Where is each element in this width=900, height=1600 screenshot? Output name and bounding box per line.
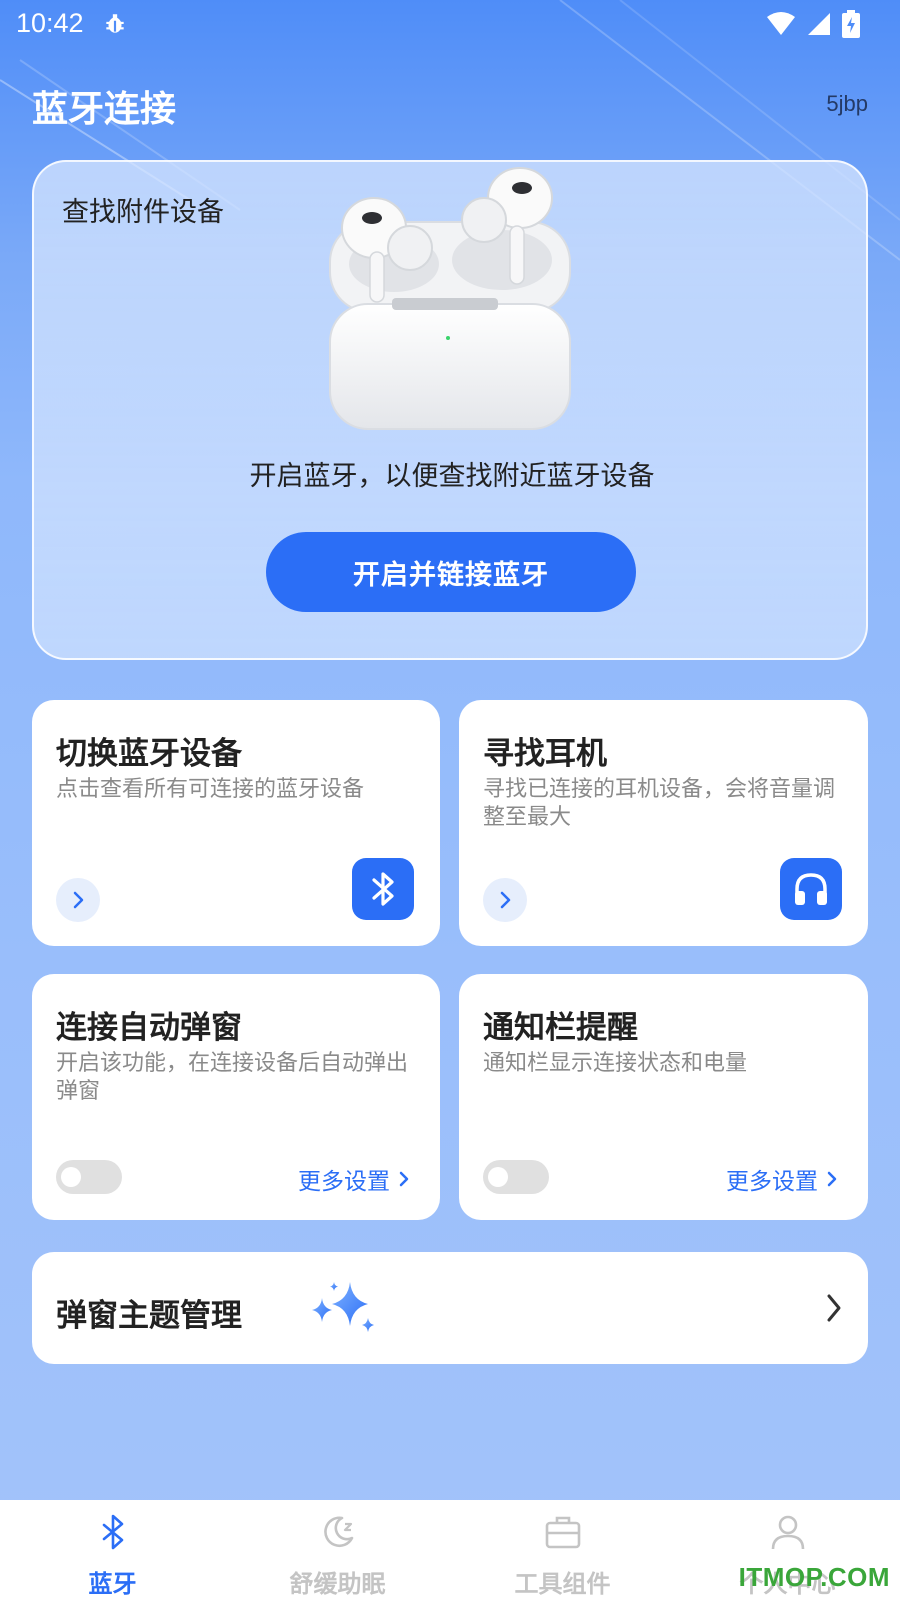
popup-theme-management-row[interactable]: 弹窗主题管理: [32, 1252, 868, 1364]
person-icon: [771, 1515, 804, 1550]
bluetooth-icon: [102, 1514, 123, 1550]
earbuds-case-image: [329, 167, 571, 430]
chevron-right-icon: [827, 1294, 841, 1322]
nav-item-bluetooth[interactable]: 蓝牙: [0, 1500, 225, 1600]
status-bar: 10:42: [0, 0, 900, 50]
chevron-right-icon: [399, 1171, 409, 1187]
bluetooth-icon: [352, 858, 414, 920]
moon-icon: [323, 1516, 353, 1548]
briefcase-icon: [545, 1516, 580, 1549]
nav-label: 蓝牙: [88, 1570, 137, 1598]
card-title: 通知栏提醒: [483, 1010, 638, 1046]
more-settings-link[interactable]: 更多设置: [726, 1162, 838, 1196]
hero-label: 查找附件设备: [62, 197, 224, 228]
card-description: 开启该功能，在连接设备后自动弹出弹窗: [56, 1051, 409, 1104]
header-right-text: 5jbp: [826, 91, 868, 116]
switch-bluetooth-device-card[interactable]: 切换蓝牙设备 点击查看所有可连接的蓝牙设备: [32, 700, 440, 946]
wifi-icon: [767, 12, 795, 35]
toggle-knob: [488, 1167, 508, 1187]
headphones-icon: [780, 858, 842, 920]
hero-description: 开启蓝牙，以便查找附近蓝牙设备: [249, 461, 655, 492]
status-time: 10:42: [16, 8, 84, 38]
battery-charging-icon: [842, 10, 860, 38]
card-description: 点击查看所有可连接的蓝牙设备: [56, 777, 365, 802]
nav-item-sleep[interactable]: 舒缓助眠: [225, 1500, 450, 1600]
auto-popup-toggle[interactable]: [56, 1160, 122, 1194]
chevron-right-icon: [827, 1171, 837, 1187]
nav-label: 工具组件: [514, 1570, 611, 1598]
nav-label: 舒缓助眠: [289, 1570, 386, 1598]
more-settings-label: 更多设置: [298, 1169, 390, 1195]
theme-title: 弹窗主题管理: [56, 1298, 242, 1334]
notification-toggle[interactable]: [483, 1160, 549, 1194]
find-earphones-card[interactable]: 寻找耳机 寻找已连接的耳机设备，会将音量调整至最大: [459, 700, 868, 946]
card-title: 寻找耳机: [483, 736, 607, 772]
more-settings-label: 更多设置: [726, 1169, 818, 1195]
auto-popup-card: 连接自动弹窗 开启该功能，在连接设备后自动弹出弹窗 更多设置: [32, 974, 440, 1220]
toggle-knob: [61, 1167, 81, 1187]
card-description: 寻找已连接的耳机设备，会将音量调整至最大: [483, 777, 836, 830]
card-description: 通知栏显示连接状态和电量: [483, 1051, 748, 1076]
nav-item-tools[interactable]: 工具组件: [450, 1500, 675, 1600]
enable-bluetooth-button[interactable]: 开启并链接蓝牙: [266, 532, 636, 612]
find-accessory-card: 查找附件设备 开启蓝牙，以便查找附近蓝牙设备 开启并链接蓝牙: [32, 160, 868, 660]
page-title: 蓝牙连接: [32, 89, 177, 130]
watermark: ITMOP.COM: [738, 1562, 890, 1592]
more-settings-link[interactable]: 更多设置: [298, 1162, 410, 1196]
debug-icon: [106, 14, 124, 33]
sparkle-icon: [312, 1282, 374, 1332]
cellular-icon: [808, 13, 830, 35]
card-title: 切换蓝牙设备: [56, 736, 242, 772]
card-title: 连接自动弹窗: [56, 1010, 242, 1046]
notification-reminder-card: 通知栏提醒 通知栏显示连接状态和电量 更多设置: [459, 974, 868, 1220]
chevron-right-icon[interactable]: [56, 878, 100, 922]
chevron-right-icon[interactable]: [483, 878, 527, 922]
